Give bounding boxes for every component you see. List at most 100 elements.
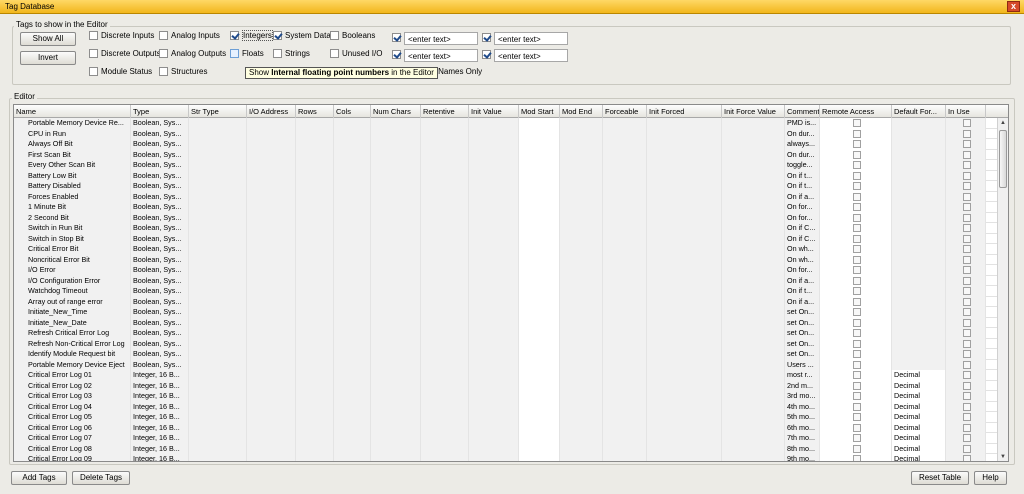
cell[interactable] (247, 307, 296, 318)
cell-default-format[interactable] (892, 181, 946, 192)
cell-comment[interactable]: set On... (785, 317, 820, 328)
column-header[interactable]: Mod Start (519, 105, 560, 118)
cell[interactable] (334, 307, 371, 318)
cell[interactable] (519, 401, 560, 412)
cell[interactable] (334, 328, 371, 339)
cell-name[interactable]: 1 Minute Bit (14, 202, 131, 213)
cell-type[interactable]: Boolean, Sys... (131, 202, 189, 213)
cell[interactable] (722, 349, 785, 360)
cell-default-format[interactable]: Decimal (892, 380, 946, 391)
cell[interactable] (722, 286, 785, 297)
checkbox-icon[interactable] (852, 255, 861, 264)
cell-remote-access[interactable] (820, 128, 892, 139)
cell[interactable] (469, 202, 519, 213)
checkbox-icon[interactable] (852, 381, 861, 390)
cell[interactable] (296, 254, 334, 265)
cell[interactable] (189, 149, 247, 160)
cell-name[interactable]: Battery Low Bit (14, 170, 131, 181)
cell[interactable] (603, 307, 647, 318)
cell-remote-access[interactable] (820, 454, 892, 461)
cell[interactable] (189, 391, 247, 402)
cell[interactable] (519, 391, 560, 402)
cell[interactable] (603, 380, 647, 391)
cell-remote-access[interactable] (820, 433, 892, 444)
cell[interactable] (296, 191, 334, 202)
cell-default-format[interactable] (892, 338, 946, 349)
cell[interactable] (469, 212, 519, 223)
cell-in-use[interactable] (946, 328, 986, 339)
cell[interactable] (334, 359, 371, 370)
checkbox-icon[interactable] (852, 444, 861, 453)
cell-default-format[interactable] (892, 328, 946, 339)
cell[interactable] (189, 338, 247, 349)
cell[interactable] (647, 128, 722, 139)
cell-remote-access[interactable] (820, 370, 892, 381)
checkbox-icon[interactable] (159, 49, 168, 58)
cell[interactable] (371, 422, 421, 433)
table-row[interactable]: CPU in Run Boolean, Sys... On dur... (14, 128, 998, 139)
cell[interactable] (560, 244, 603, 255)
cell[interactable] (722, 244, 785, 255)
cell-remote-access[interactable] (820, 317, 892, 328)
cell[interactable] (421, 359, 469, 370)
cell[interactable] (189, 160, 247, 171)
cell-in-use[interactable] (946, 296, 986, 307)
cell[interactable] (519, 181, 560, 192)
cell[interactable] (469, 296, 519, 307)
cell[interactable] (247, 317, 296, 328)
cell[interactable] (189, 328, 247, 339)
cell-remote-access[interactable] (820, 191, 892, 202)
cell-comment[interactable]: On dur... (785, 149, 820, 160)
cell[interactable] (560, 149, 603, 160)
checkbox-icon[interactable] (89, 49, 98, 58)
table-row[interactable]: Critical Error Log 06 Integer, 16 B... 6th… (14, 422, 998, 433)
cell-default-format[interactable] (892, 118, 946, 129)
cell[interactable] (371, 286, 421, 297)
cell[interactable] (334, 128, 371, 139)
cell[interactable] (603, 170, 647, 181)
cell-type[interactable]: Integer, 16 B... (131, 370, 189, 381)
cell[interactable] (519, 254, 560, 265)
column-header[interactable]: In Use (946, 105, 986, 118)
cell[interactable] (603, 254, 647, 265)
cell[interactable] (371, 254, 421, 265)
cell[interactable] (334, 160, 371, 171)
cell[interactable] (247, 233, 296, 244)
cell[interactable] (371, 160, 421, 171)
cell-default-format[interactable] (892, 202, 946, 213)
cell-default-format[interactable] (892, 128, 946, 139)
cell[interactable] (296, 149, 334, 160)
cell[interactable] (560, 412, 603, 423)
cell-remote-access[interactable] (820, 307, 892, 318)
cell[interactable] (296, 286, 334, 297)
cell[interactable] (469, 338, 519, 349)
cell[interactable] (421, 296, 469, 307)
column-header[interactable]: Num Chars (371, 105, 421, 118)
cell[interactable] (371, 391, 421, 402)
cell[interactable] (647, 380, 722, 391)
cell-default-format[interactable]: Decimal (892, 401, 946, 412)
invert-button[interactable]: Invert (20, 51, 76, 65)
checkbox-icon[interactable] (852, 203, 861, 211)
checkbox-icon[interactable] (89, 31, 98, 40)
scroll-up-icon[interactable]: ▲ (999, 119, 1007, 127)
checkbox-icon[interactable] (962, 339, 971, 348)
cell-type[interactable]: Integer, 16 B... (131, 412, 189, 423)
cell[interactable] (560, 212, 603, 223)
cell[interactable] (371, 370, 421, 381)
cell[interactable] (722, 422, 785, 433)
cell[interactable] (371, 265, 421, 276)
cell[interactable] (421, 307, 469, 318)
cell[interactable] (371, 296, 421, 307)
cell[interactable] (334, 296, 371, 307)
cell[interactable] (722, 170, 785, 181)
cell[interactable] (189, 275, 247, 286)
cell[interactable] (647, 454, 722, 461)
cell-comment[interactable]: set On... (785, 338, 820, 349)
cell[interactable] (560, 233, 603, 244)
cell-default-format[interactable] (892, 170, 946, 181)
cell[interactable] (421, 328, 469, 339)
cell[interactable] (371, 212, 421, 223)
cell-type[interactable]: Boolean, Sys... (131, 212, 189, 223)
cell[interactable] (189, 128, 247, 139)
